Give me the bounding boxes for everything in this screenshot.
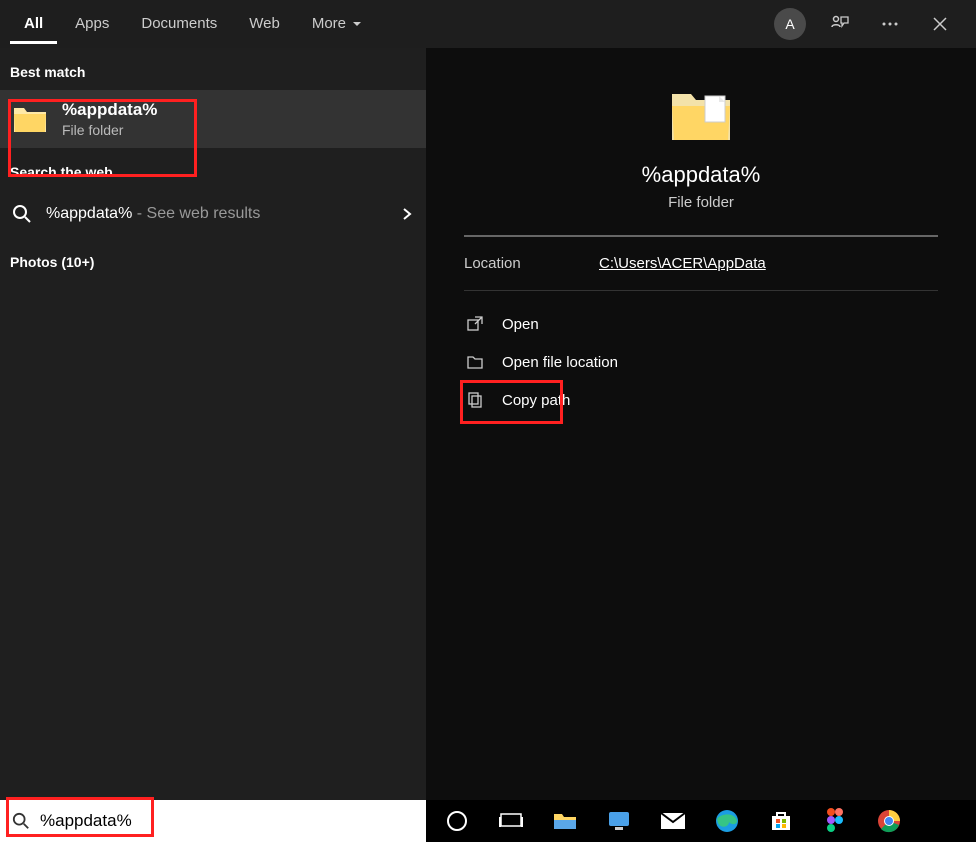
taskbar-taskview[interactable] [498,808,524,834]
filter-tabs: All Apps Documents Web More [10,3,774,44]
tab-more-label: More [312,15,346,32]
action-copy-path[interactable]: Copy path [464,381,938,419]
feedback-icon [830,14,850,34]
copy-icon [466,391,484,409]
preview-subtitle: File folder [668,194,734,211]
best-match-label: Best match [0,48,426,90]
result-subtitle: File folder [62,122,157,138]
store-icon [770,810,792,832]
search-body: Best match %appdata% File folder Search … [0,48,976,800]
user-avatar[interactable]: A [774,8,806,40]
action-open-file-location[interactable]: Open file location [464,343,938,381]
results-panel: Best match %appdata% File folder Search … [0,48,426,800]
taskbar-cortana[interactable] [444,808,470,834]
web-hint: - See web results [132,205,260,222]
search-web-label: Search the web [0,148,426,190]
circle-icon [446,810,468,832]
taskbar-app-blue[interactable] [606,808,632,834]
chevron-right-icon [400,207,414,221]
chrome-icon [877,809,901,833]
preview-hero: %appdata% File folder [436,58,966,235]
feedback-button[interactable] [824,8,856,40]
tab-all[interactable]: All [10,3,57,44]
action-open-loc-label: Open file location [502,354,618,371]
folder-icon [669,88,733,144]
open-icon [466,315,484,333]
taskbar-store[interactable] [768,808,794,834]
taskbar [0,800,976,842]
web-result-text: %appdata% - See web results [12,204,260,224]
taskbar-edge[interactable] [714,808,740,834]
web-query: %appdata% [46,205,132,222]
folder-icon [553,811,577,831]
result-title: %appdata% [62,100,157,120]
preview-panel: %appdata% File folder Location C:\Users\… [426,48,976,800]
tab-web[interactable]: Web [235,3,294,44]
figma-icon [826,808,844,834]
taskbar-explorer[interactable] [552,808,578,834]
ellipsis-icon [880,14,900,34]
location-value[interactable]: C:\Users\ACER\AppData [599,255,766,272]
action-open[interactable]: Open [464,305,938,343]
folder-outline-icon [466,353,484,371]
tab-apps[interactable]: Apps [61,3,123,44]
preview-card: %appdata% File folder Location C:\Users\… [436,58,966,800]
more-options-button[interactable] [874,8,906,40]
search-icon [12,812,30,830]
search-header: All Apps Documents Web More A [0,0,976,48]
tab-documents[interactable]: Documents [127,3,231,44]
location-row: Location C:\Users\ACER\AppData [436,237,966,290]
taskbar-mail[interactable] [660,808,686,834]
preview-actions: Open Open file location Copy path [436,291,966,433]
web-search-result[interactable]: %appdata% - See web results [0,190,426,238]
edge-icon [715,809,739,833]
taskbar-search-box[interactable] [0,800,426,842]
tab-more[interactable]: More [298,3,376,44]
photos-label[interactable]: Photos (10+) [0,238,426,280]
search-input[interactable] [40,811,414,831]
taskbar-chrome[interactable] [876,808,902,834]
folder-icon [12,104,48,134]
action-copy-path-label: Copy path [502,392,570,409]
preview-title: %appdata% [642,162,761,188]
close-button[interactable] [924,8,956,40]
search-icon [12,204,32,224]
monitor-icon [607,810,631,832]
location-label: Location [464,255,599,272]
close-icon [932,16,948,32]
taskbar-figma[interactable] [822,808,848,834]
action-open-label: Open [502,316,539,333]
mail-icon [660,812,686,830]
chevron-down-icon [352,19,362,29]
best-match-result[interactable]: %appdata% File folder [0,90,426,148]
taskbar-apps [426,800,976,842]
result-text: %appdata% File folder [62,100,157,138]
header-actions: A [774,8,966,40]
taskview-icon [499,810,523,832]
